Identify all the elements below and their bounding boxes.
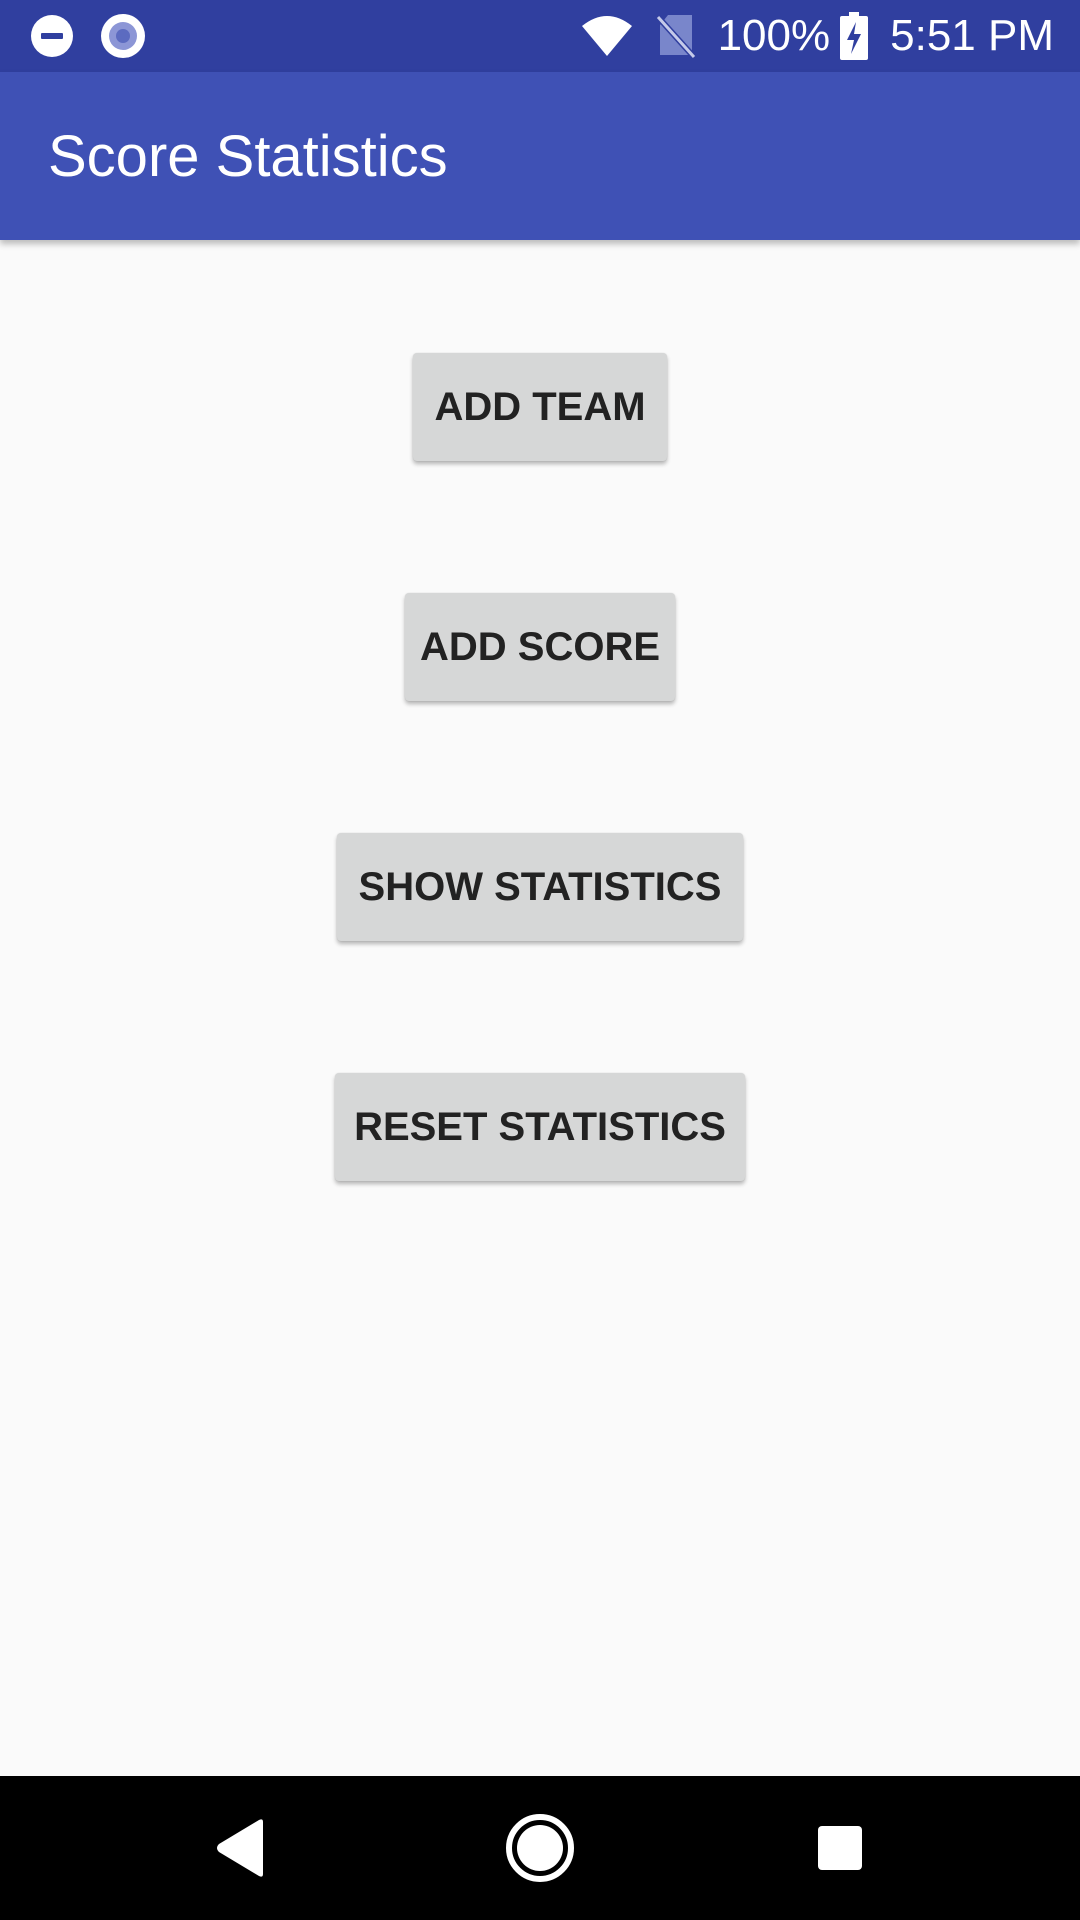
do-not-disturb-icon [30, 14, 74, 58]
battery-charging-icon [840, 12, 869, 60]
navigation-bar [0, 1776, 1080, 1920]
main-content: ADD TEAM ADD SCORE SHOW STATISTICS RESET… [0, 240, 1080, 1776]
page-title: Score Statistics [48, 124, 448, 189]
clock: 5:51 PM [890, 11, 1054, 60]
add-team-button[interactable]: ADD TEAM [413, 353, 667, 461]
add-score-button[interactable]: ADD SCORE [405, 593, 675, 701]
app-bar: Score Statistics [0, 72, 1080, 240]
home-icon[interactable] [495, 1806, 585, 1890]
status-left-icons [30, 14, 146, 58]
reset-statistics-button[interactable]: RESET STATISTICS [335, 1073, 745, 1181]
battery-percentage: 100% [717, 11, 831, 60]
status-right-icons: 100% 5:51 PM [580, 8, 1054, 64]
back-icon[interactable] [195, 1806, 285, 1890]
recents-icon[interactable] [795, 1806, 885, 1890]
show-statistics-button[interactable]: SHOW STATISTICS [337, 833, 743, 941]
status-bar: 100% 5:51 PM [0, 0, 1080, 72]
no-sim-icon [655, 13, 696, 59]
wifi-icon [580, 14, 634, 58]
sync-circle-icon [100, 13, 146, 59]
